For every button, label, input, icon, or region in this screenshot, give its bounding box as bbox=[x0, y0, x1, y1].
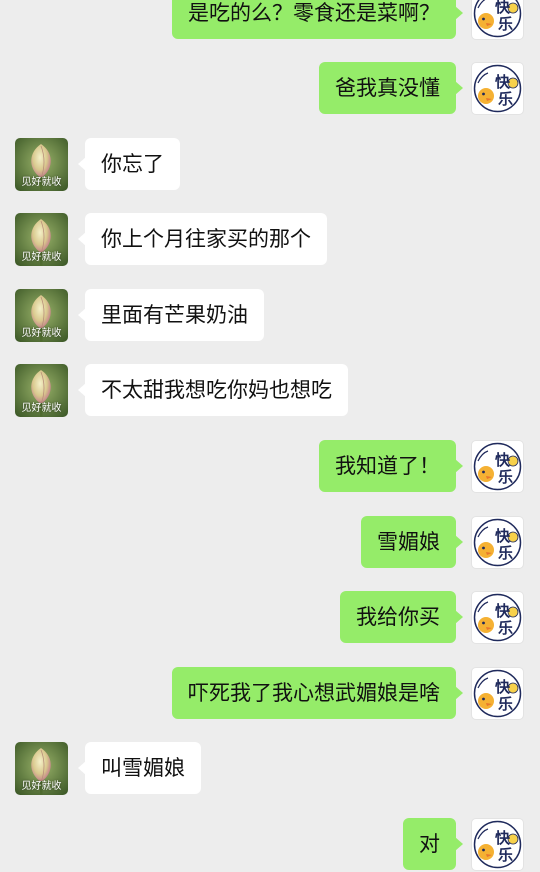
incoming-message-bubble[interactable]: 不太甜我想吃你妈也想吃 bbox=[78, 364, 348, 416]
incoming-message-bubble[interactable]: 你上个月往家买的那个 bbox=[78, 213, 327, 265]
outgoing-message-bubble[interactable]: 雪媚娘 bbox=[361, 516, 463, 568]
svg-text:乐: 乐 bbox=[498, 695, 513, 713]
contact-avatar[interactable]: 见好就收 bbox=[15, 213, 68, 266]
incoming-message-bubble[interactable]: 里面有芒果奶油 bbox=[78, 289, 264, 341]
avatar-caption: 见好就收 bbox=[21, 403, 62, 414]
avatar-caption: 见好就收 bbox=[21, 252, 62, 263]
my-avatar[interactable]: 快乐 bbox=[471, 0, 524, 40]
outgoing-message-row: 我知道了！快乐 bbox=[0, 440, 540, 494]
incoming-message-bubble[interactable]: 叫雪媚娘 bbox=[78, 742, 201, 794]
kuaile-duck-sticker-icon: 快乐 bbox=[473, 0, 522, 38]
incoming-message-row: 不太甜我想吃你妈也想吃见好就收 bbox=[0, 364, 540, 418]
my-avatar[interactable]: 快乐 bbox=[471, 591, 524, 644]
outgoing-message-row: 爸我真没懂快乐 bbox=[0, 62, 540, 116]
outgoing-message-row: 吓死我了我心想武媚娘是啥快乐 bbox=[0, 667, 540, 721]
svg-text:快: 快 bbox=[495, 602, 511, 620]
outgoing-message-bubble[interactable]: 爸我真没懂 bbox=[319, 62, 463, 114]
incoming-message-bubble[interactable]: 你忘了 bbox=[78, 138, 180, 190]
my-avatar[interactable]: 快乐 bbox=[471, 516, 524, 569]
svg-text:乐: 乐 bbox=[498, 619, 513, 637]
outgoing-message-bubble[interactable]: 我给你买 bbox=[340, 591, 463, 643]
avatar-caption: 见好就收 bbox=[21, 328, 62, 339]
contact-avatar[interactable]: 见好就收 bbox=[15, 289, 68, 342]
svg-text:快: 快 bbox=[495, 451, 511, 469]
svg-text:乐: 乐 bbox=[498, 846, 513, 864]
svg-text:乐: 乐 bbox=[498, 468, 513, 486]
my-avatar[interactable]: 快乐 bbox=[471, 440, 524, 493]
outgoing-message-row: 雪媚娘快乐 bbox=[0, 516, 540, 570]
svg-text:乐: 乐 bbox=[498, 90, 513, 108]
avatar-caption: 见好就收 bbox=[21, 781, 62, 792]
outgoing-message-bubble[interactable]: 吓死我了我心想武媚娘是啥 bbox=[172, 667, 463, 719]
outgoing-message-bubble[interactable]: 我知道了！ bbox=[319, 440, 463, 492]
kuaile-duck-sticker-icon: 快乐 bbox=[473, 669, 522, 718]
contact-avatar[interactable]: 见好就收 bbox=[15, 364, 68, 417]
contact-avatar[interactable]: 见好就收 bbox=[15, 742, 68, 795]
kuaile-duck-sticker-icon: 快乐 bbox=[473, 820, 522, 869]
chat-message-list[interactable]: 是吃的么？零食还是菜啊？快乐爸我真没懂快乐你忘了 见好就收 你上个月往家买的那个 见好… bbox=[0, 0, 540, 871]
kuaile-duck-sticker-icon: 快乐 bbox=[473, 593, 522, 642]
kuaile-duck-sticker-icon: 快乐 bbox=[473, 518, 522, 567]
my-avatar[interactable]: 快乐 bbox=[471, 667, 524, 720]
svg-text:乐: 乐 bbox=[498, 15, 513, 33]
my-avatar[interactable]: 快乐 bbox=[471, 818, 524, 871]
incoming-message-row: 叫雪媚娘见好就收 bbox=[0, 742, 540, 796]
svg-text:快: 快 bbox=[495, 829, 511, 847]
kuaile-duck-sticker-icon: 快乐 bbox=[473, 442, 522, 491]
incoming-message-row: 你忘了见好就收 bbox=[0, 138, 540, 192]
incoming-message-row: 你上个月往家买的那个见好就收 bbox=[0, 213, 540, 267]
outgoing-message-row: 是吃的么？零食还是菜啊？ 快乐 bbox=[0, 0, 540, 41]
kuaile-duck-sticker-icon: 快乐 bbox=[473, 64, 522, 113]
outgoing-message-bubble[interactable]: 对 bbox=[403, 818, 463, 870]
avatar-caption: 见好就收 bbox=[21, 177, 62, 188]
svg-text:快: 快 bbox=[495, 0, 511, 16]
outgoing-message-bubble[interactable]: 是吃的么？零食还是菜啊？ bbox=[172, 0, 463, 39]
my-avatar[interactable]: 快乐 bbox=[471, 62, 524, 115]
svg-text:乐: 乐 bbox=[498, 544, 513, 562]
incoming-message-row: 里面有芒果奶油见好就收 bbox=[0, 289, 540, 343]
svg-text:快: 快 bbox=[495, 73, 511, 91]
outgoing-message-row: 我给你买快乐 bbox=[0, 591, 540, 645]
svg-text:快: 快 bbox=[495, 678, 511, 696]
contact-avatar[interactable]: 见好就收 bbox=[15, 138, 68, 191]
svg-text:快: 快 bbox=[495, 527, 511, 545]
outgoing-message-row: 对快乐 bbox=[0, 818, 540, 872]
